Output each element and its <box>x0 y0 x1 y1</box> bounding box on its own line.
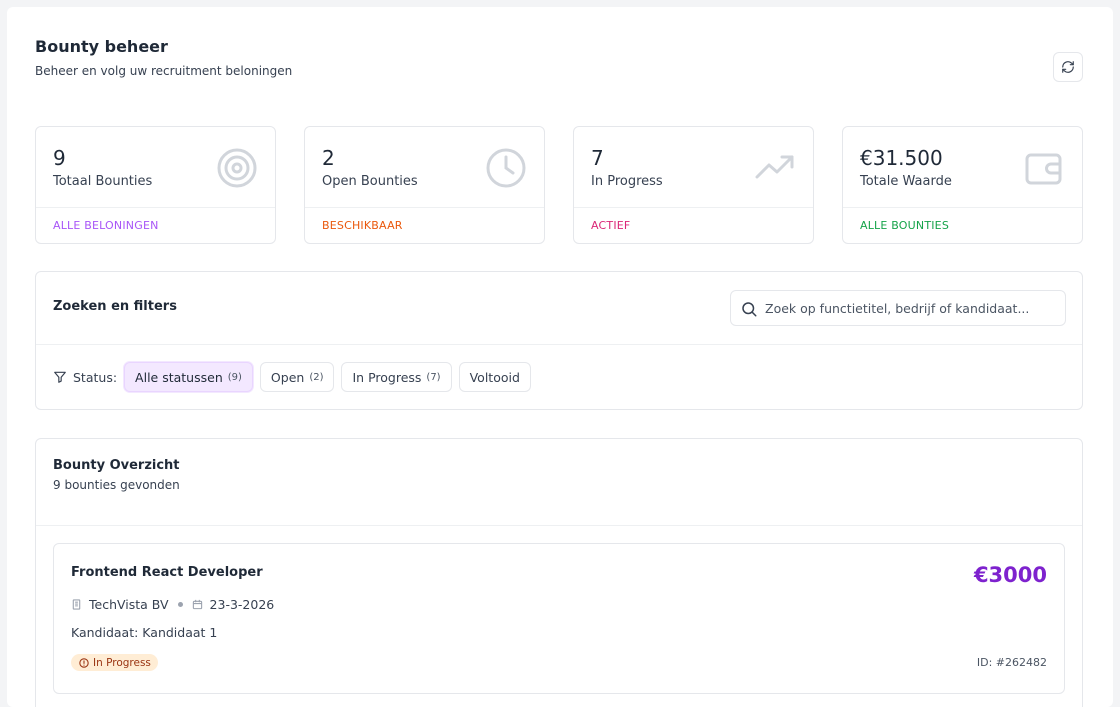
page-subtitle: Beheer en volg uw recruitment beloningen <box>35 64 293 78</box>
stat-label: Open Bounties <box>322 174 418 189</box>
chip-count: (2) <box>309 371 324 383</box>
building-icon <box>72 599 81 610</box>
calendar-icon <box>192 599 202 610</box>
chip-label: Voltooid <box>469 369 520 385</box>
bounty-meta: TechVista BV 23-3-2026 <box>71 597 274 612</box>
search-input[interactable] <box>765 291 1061 325</box>
chip-completed[interactable]: Voltooid <box>458 362 531 392</box>
trending-up-icon <box>755 155 794 179</box>
overview-count: 9 bounties gevonden <box>53 478 180 492</box>
stat-card-total: 9 Totaal Bounties ALLE BELONINGEN <box>35 126 276 244</box>
status-label: Status: <box>73 369 118 385</box>
stat-label: In Progress <box>591 174 663 189</box>
chip-count: (7) <box>426 371 441 383</box>
filter-icon <box>54 371 66 383</box>
stat-label: Totaal Bounties <box>53 174 153 189</box>
stat-footer: ALLE BELONINGEN <box>36 207 275 243</box>
status-filter-row: Status: Alle statussen (9) Open (2) In P… <box>53 362 538 392</box>
page: Bounty beheer Beheer en volg uw recruitm… <box>7 7 1113 707</box>
bounty-title: Frontend React Developer <box>71 565 263 580</box>
stat-value: 7 <box>591 146 604 170</box>
filters-title: Zoeken en filters <box>53 299 177 314</box>
bounty-card[interactable]: Frontend React Developer €3000 TechVista… <box>53 543 1065 694</box>
divider <box>36 344 1082 345</box>
wallet-icon <box>1025 153 1062 185</box>
stat-value: 2 <box>322 146 335 170</box>
stat-card-total-value: €31.500 Totale Waarde ALLE BOUNTIES <box>842 126 1083 244</box>
bounty-candidate: Kandidaat: Kandidaat 1 <box>71 625 218 640</box>
bounty-amount: €3000 <box>973 563 1047 587</box>
chip-label: Open <box>270 369 305 385</box>
status-badge: In Progress <box>71 654 158 671</box>
page-header: Bounty beheer Beheer en volg uw recruitm… <box>35 37 292 78</box>
chip-all-statuses[interactable]: Alle statussen (9) <box>124 362 253 392</box>
stats-row: 9 Totaal Bounties ALLE BELONINGEN 2 Open… <box>35 126 1083 244</box>
clock-icon <box>486 148 526 188</box>
overview-title: Bounty Overzicht <box>53 458 180 473</box>
bounty-id: ID: #262482 <box>976 656 1047 669</box>
stat-value: 9 <box>53 146 66 170</box>
stat-card-in-progress: 7 In Progress ACTIEF <box>573 126 814 244</box>
refresh-button[interactable] <box>1053 52 1083 82</box>
stat-label: Totale Waarde <box>860 174 952 189</box>
bounty-company: TechVista BV <box>89 597 169 612</box>
chip-label: Alle statussen <box>135 369 223 385</box>
bounty-overview-panel: Bounty Overzicht 9 bounties gevonden Fro… <box>35 438 1083 707</box>
chip-open[interactable]: Open (2) <box>259 362 335 392</box>
page-title: Bounty beheer <box>35 37 168 56</box>
search-icon <box>742 302 757 317</box>
stat-footer: BESCHIKBAAR <box>305 207 544 243</box>
search-box[interactable] <box>730 290 1066 326</box>
target-icon <box>217 148 257 188</box>
chip-label: In Progress <box>352 369 422 385</box>
stat-footer: ACTIEF <box>574 207 813 243</box>
chip-count: (9) <box>227 371 242 383</box>
stat-card-open: 2 Open Bounties BESCHIKBAAR <box>304 126 545 244</box>
stat-value: €31.500 <box>860 146 943 170</box>
chip-in-progress[interactable]: In Progress (7) <box>341 362 452 392</box>
separator-dot <box>177 602 183 607</box>
bounty-date: 23-3-2026 <box>209 597 275 612</box>
stat-footer: ALLE BOUNTIES <box>843 207 1082 243</box>
refresh-icon <box>1062 61 1074 73</box>
info-circle-icon <box>79 657 89 668</box>
search-filters-panel: Zoeken en filters Status: Alle statussen… <box>35 271 1083 410</box>
status-badge-label: In Progress <box>93 656 151 669</box>
divider <box>36 525 1082 526</box>
